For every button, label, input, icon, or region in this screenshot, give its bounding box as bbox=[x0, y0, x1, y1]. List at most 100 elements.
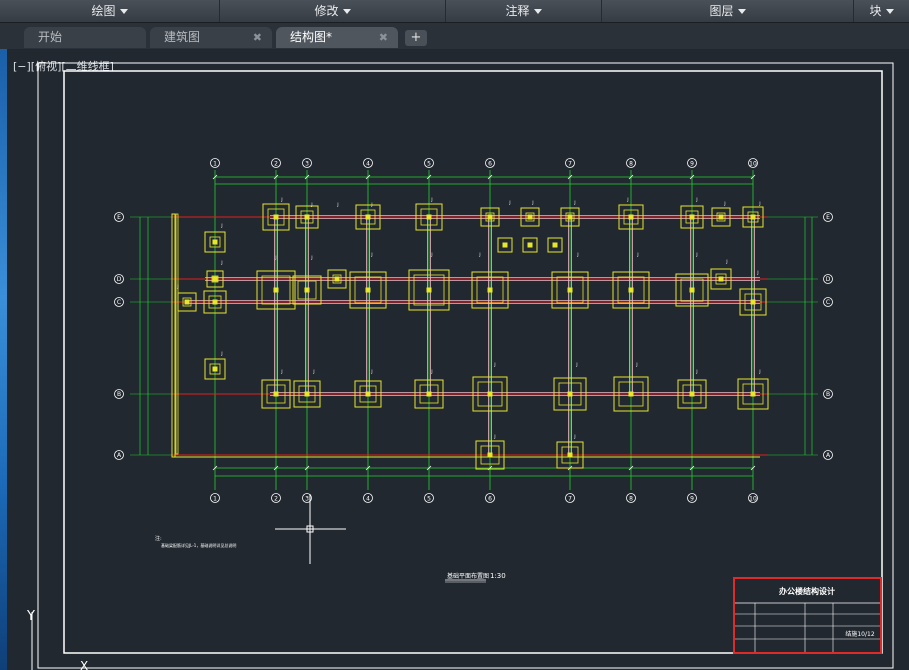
axis-label-top: 8 bbox=[629, 161, 633, 168]
column-section bbox=[567, 452, 573, 458]
axis-label-right: A bbox=[826, 452, 831, 459]
column-section bbox=[426, 391, 432, 397]
footing-id-mark: J bbox=[280, 197, 282, 202]
footing-id-mark: J bbox=[478, 252, 480, 257]
footing-id-mark: J bbox=[575, 362, 577, 367]
column-section bbox=[567, 287, 573, 293]
plan-title: 基础平面布置图 bbox=[447, 572, 489, 580]
column-section bbox=[527, 214, 533, 220]
notes-title: 注: bbox=[155, 535, 162, 542]
axis-label-left: B bbox=[117, 391, 121, 398]
column-section bbox=[184, 299, 190, 305]
column-section bbox=[628, 214, 634, 220]
column-section bbox=[365, 391, 371, 397]
footing-id-mark: J bbox=[723, 201, 725, 206]
footing-id-mark: J bbox=[220, 223, 222, 228]
ucs-y-label: Y bbox=[26, 609, 35, 624]
axis-label-bottom: 7 bbox=[568, 496, 572, 503]
column-section bbox=[502, 242, 508, 248]
plan-scale: 1:30 bbox=[490, 572, 506, 580]
column-section bbox=[273, 287, 279, 293]
column-section bbox=[304, 287, 310, 293]
column-section bbox=[426, 287, 432, 293]
column-section bbox=[689, 391, 695, 397]
column-section bbox=[304, 214, 310, 220]
axis-label-bottom: 5 bbox=[427, 496, 431, 503]
column-section bbox=[567, 214, 573, 220]
axis-label-right: E bbox=[826, 214, 830, 221]
footing-id-mark: J bbox=[280, 369, 282, 374]
axis-label-left: D bbox=[117, 276, 122, 283]
axis-label-top: 6 bbox=[488, 161, 492, 168]
column-section bbox=[567, 391, 573, 397]
footing-id-mark: J bbox=[312, 369, 314, 374]
column-section bbox=[273, 391, 279, 397]
footing-id-mark: J bbox=[370, 202, 372, 207]
axis-label-right: D bbox=[826, 276, 831, 283]
column-section bbox=[426, 214, 432, 220]
column-section bbox=[628, 391, 634, 397]
footing-id-mark: J bbox=[695, 369, 697, 374]
axis-label-bottom: 2 bbox=[274, 496, 278, 503]
footing-id-mark: J bbox=[626, 197, 628, 202]
column-section bbox=[487, 287, 493, 293]
footing-id-mark: J bbox=[636, 252, 638, 257]
column-section bbox=[552, 242, 558, 248]
structural-plan-drawing: 1 1 2 2 3 3 4 4 5 5 6 6 7 7 8 8 9 9 10 10 E E D D C C B B A A J J J J J J J J… bbox=[26, 62, 894, 670]
footing-id-mark: J bbox=[176, 284, 178, 289]
title-block-sheet-number: 结施10/12 bbox=[845, 630, 874, 638]
column-section bbox=[487, 452, 493, 458]
notes-text: 基础梁配筋详见JL-1，基础说明详见总说明 bbox=[161, 542, 236, 548]
axis-label-top: 3 bbox=[305, 161, 309, 168]
footing-id-mark: J bbox=[430, 369, 432, 374]
axis-label-top: 1 bbox=[213, 161, 217, 168]
column-section bbox=[750, 299, 756, 305]
column-section bbox=[212, 239, 218, 245]
column-section bbox=[750, 214, 756, 220]
column-section bbox=[365, 287, 371, 293]
column-section bbox=[212, 299, 218, 305]
column-section bbox=[365, 214, 371, 220]
footing-id-mark: J bbox=[635, 362, 637, 367]
axis-label-top: 10 bbox=[749, 161, 757, 168]
column-section bbox=[750, 391, 756, 397]
column-section bbox=[718, 276, 724, 282]
footing-id-mark: J bbox=[274, 255, 276, 260]
ucs-x-label: X bbox=[80, 659, 88, 670]
axis-label-top: 5 bbox=[427, 161, 431, 168]
footing-id-mark: J bbox=[758, 201, 760, 206]
column-section bbox=[304, 391, 310, 397]
column-section bbox=[212, 366, 218, 372]
axis-label-right: C bbox=[826, 299, 830, 306]
footing-id-mark: J bbox=[695, 252, 697, 257]
axis-label-bottom: 1 bbox=[213, 496, 217, 503]
axis-label-top: 7 bbox=[568, 161, 572, 168]
footing-id-mark: J bbox=[430, 252, 432, 257]
axis-label-bottom: 4 bbox=[366, 496, 370, 503]
column-section bbox=[334, 276, 340, 282]
footing-id-mark: J bbox=[573, 200, 575, 205]
column-section bbox=[689, 214, 695, 220]
axis-label-left: A bbox=[117, 452, 122, 459]
column-section bbox=[212, 276, 218, 282]
footing-id-mark: J bbox=[725, 259, 727, 264]
column-section bbox=[487, 391, 493, 397]
axis-label-right: B bbox=[826, 391, 830, 398]
foundation-outline bbox=[171, 213, 176, 458]
axis-label-top: 2 bbox=[274, 161, 278, 168]
footing-id-mark: J bbox=[576, 252, 578, 257]
footing-id-mark: J bbox=[758, 369, 760, 374]
footing-id-mark: J bbox=[336, 202, 338, 207]
axis-label-bottom: 8 bbox=[629, 496, 633, 503]
axis-label-bottom: 10 bbox=[749, 496, 757, 503]
footing-id-mark: J bbox=[220, 260, 222, 265]
footing-id-mark: J bbox=[695, 197, 697, 202]
footing-id-mark: J bbox=[493, 434, 495, 439]
foundation-outline bbox=[175, 213, 179, 455]
footing-id-mark: J bbox=[370, 369, 372, 374]
column-section bbox=[689, 287, 695, 293]
axis-label-top: 9 bbox=[690, 161, 694, 168]
column-section bbox=[487, 214, 493, 220]
axis-label-bottom: 6 bbox=[488, 496, 492, 503]
footing-id-mark: J bbox=[310, 202, 312, 207]
